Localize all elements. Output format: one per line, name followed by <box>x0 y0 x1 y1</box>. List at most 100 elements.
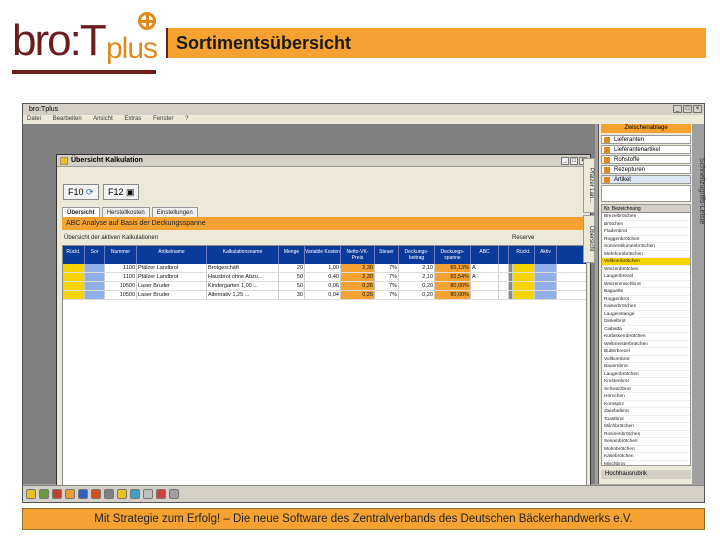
table-cell: 7% <box>375 282 399 290</box>
brotplus-logo: bro:T plus <box>8 10 158 76</box>
nav-lieferanten[interactable]: Lieferanten <box>601 135 691 144</box>
tool-icon[interactable] <box>91 489 101 499</box>
col-header[interactable]: ABC <box>471 246 499 264</box>
zwischenablage-header[interactable]: Zwischenablage <box>601 124 691 133</box>
list-item[interactable]: Käsebrötchen <box>602 453 690 461</box>
menu-item[interactable]: Datei <box>27 116 41 122</box>
bottom-nav[interactable]: Hochhausrubrik <box>601 470 691 479</box>
menu-item[interactable]: Fenster <box>153 116 173 122</box>
window-title: Übersicht Kalkulation <box>71 157 143 164</box>
list-item[interactable]: Vollkornbrötchen <box>602 258 690 266</box>
table-row[interactable]: 10500 Laser Bruder Alternativ 1,25 ... 30 0,… <box>63 291 586 300</box>
close-icon[interactable]: × <box>693 105 702 113</box>
tool-icon[interactable] <box>39 489 49 499</box>
list-item[interactable]: Roggenbrot <box>602 296 690 303</box>
col-header[interactable]: Netto-VK-Preis <box>341 246 375 264</box>
tab-uebersicht[interactable]: Übersicht <box>62 207 100 217</box>
table-cell: 0,06 <box>305 282 341 290</box>
tab-einstellungen[interactable]: Einstellungen <box>151 207 198 217</box>
col-header[interactable]: Aktiv <box>535 246 557 264</box>
vtab-pfaelzer[interactable]: Pfälzer Lan... <box>583 158 595 213</box>
table-cell <box>499 282 509 290</box>
col-header[interactable]: Steuer <box>375 246 399 264</box>
tool-icon[interactable] <box>169 489 179 499</box>
list-item[interactable]: Krustenbrot <box>602 378 690 386</box>
list-item[interactable]: Kaiserbrötchen <box>602 303 690 311</box>
list-item[interactable]: Schwarzbrot <box>602 386 690 393</box>
table-row[interactable]: 10500 Laser Bruder Kindergarten 1,00 ... 50… <box>63 282 586 291</box>
col-header[interactable]: Variable Kosten <box>305 246 341 264</box>
list-item[interactable]: Laugenbrötchen <box>602 371 690 378</box>
maximize-icon[interactable]: □ <box>570 157 578 165</box>
minimize-icon[interactable]: _ <box>561 157 569 165</box>
vtab-uebersicht[interactable]: Übersicht <box>583 215 595 263</box>
list-item[interactable]: Roggenbrötchen <box>602 236 690 243</box>
menu-item[interactable]: Ansicht <box>93 116 113 122</box>
page-title: Sortimentsübersicht <box>166 28 706 58</box>
tool-icon[interactable] <box>104 489 114 499</box>
f10-button[interactable]: F10 ⟳ <box>63 184 99 200</box>
menu-item[interactable]: ? <box>185 116 188 122</box>
list-item[interactable]: Weizenmischbrot <box>602 281 690 288</box>
list-item[interactable]: Zwiebelbrot <box>602 408 690 416</box>
tool-icon[interactable] <box>130 489 140 499</box>
list-item[interactable]: Sesambrötchen <box>602 438 690 446</box>
menu-item[interactable]: Extras <box>124 116 141 122</box>
tool-icon[interactable] <box>78 489 88 499</box>
list-item[interactable]: Brezelbrötchen <box>602 213 690 221</box>
list-item[interactable]: Bauernbrot <box>602 363 690 371</box>
tool-icon[interactable] <box>117 489 127 499</box>
list-item[interactable]: Fladenbrot <box>602 228 690 236</box>
table-row[interactable]: 1100 Pfälzer Landbrot Hausbrot ohne Abzu..… <box>63 273 586 282</box>
list-item[interactable]: Mohnbrötchen <box>602 446 690 453</box>
list-item[interactable]: Vollkornbrot <box>602 356 690 363</box>
maximize-icon[interactable]: □ <box>683 105 692 113</box>
list-item[interactable]: Dinkelbrot <box>602 318 690 326</box>
folder-icon[interactable] <box>26 489 36 499</box>
list-item[interactable]: Baguette <box>602 288 690 296</box>
list-item[interactable]: Ciabatta <box>602 326 690 333</box>
nav-rohstoffe[interactable]: Rohstoffe <box>601 155 691 164</box>
list-item[interactable]: Mehrkornbrötchen <box>602 251 690 258</box>
col-header[interactable]: Artikelname <box>137 246 207 264</box>
menu-item[interactable]: Bearbeiten <box>53 116 82 122</box>
list-item[interactable]: Laugenbrezel <box>602 273 690 281</box>
list-item[interactable]: Weltmeisterbrötchen <box>602 341 690 348</box>
list-item[interactable]: Toastbrot <box>602 416 690 423</box>
tab-herstellkosten[interactable]: Herstellkosten <box>101 207 150 217</box>
col-header[interactable]: Nummer <box>105 246 137 264</box>
table-cell: 7% <box>375 273 399 281</box>
list-item[interactable]: Laugenstange <box>602 311 690 318</box>
col-header[interactable]: Menge <box>279 246 305 264</box>
list-item[interactable]: Rosinenbrötchen <box>602 431 690 438</box>
logo-plus-text: plus <box>106 32 158 65</box>
list-item[interactable]: Mischbrot <box>602 461 690 466</box>
list-item[interactable]: Kornspitz <box>602 401 690 408</box>
tool-icon[interactable] <box>52 489 62 499</box>
col-header[interactable]: Kalkulationsname <box>207 246 279 264</box>
tool-icon[interactable] <box>143 489 153 499</box>
col-header[interactable]: Sor <box>85 246 105 264</box>
col-header[interactable]: Deckungs-beitrag <box>399 246 435 264</box>
list-item[interactable]: Weizenbrötchen <box>602 266 690 273</box>
col-header[interactable]: Deckungs-spanne <box>435 246 471 264</box>
list-item[interactable]: Butterbrezel <box>602 348 690 356</box>
col-header[interactable]: Rückt. <box>513 246 535 264</box>
minimize-icon[interactable]: _ <box>673 105 682 113</box>
nav-artikel[interactable]: Artikel <box>601 175 691 184</box>
list-item[interactable]: Milchbrötchen <box>602 423 690 431</box>
tool-icon[interactable] <box>65 489 75 499</box>
filter-field[interactable] <box>601 185 691 202</box>
nav-rezepturen[interactable]: Rezepturen <box>601 165 691 174</box>
col-header[interactable]: Rückt. <box>63 246 85 264</box>
list-item[interactable]: Hörnchen <box>602 393 690 401</box>
list-item[interactable]: Brötchen <box>602 221 690 228</box>
table-cell <box>471 291 499 299</box>
nav-lieferantenartikel[interactable]: Lieferantenartikel <box>601 145 691 154</box>
table-row[interactable]: 1100 Pfälzer Landbrot Brotgeschäft 20 1,00 2,… <box>63 264 586 273</box>
table-cell <box>63 273 85 281</box>
tool-icon[interactable] <box>156 489 166 499</box>
list-item[interactable]: Sonnenblumenbrötchen <box>602 243 690 251</box>
f12-button[interactable]: F12 ▣ <box>103 184 139 200</box>
list-item[interactable]: Kürbiskernbrötchen <box>602 333 690 341</box>
